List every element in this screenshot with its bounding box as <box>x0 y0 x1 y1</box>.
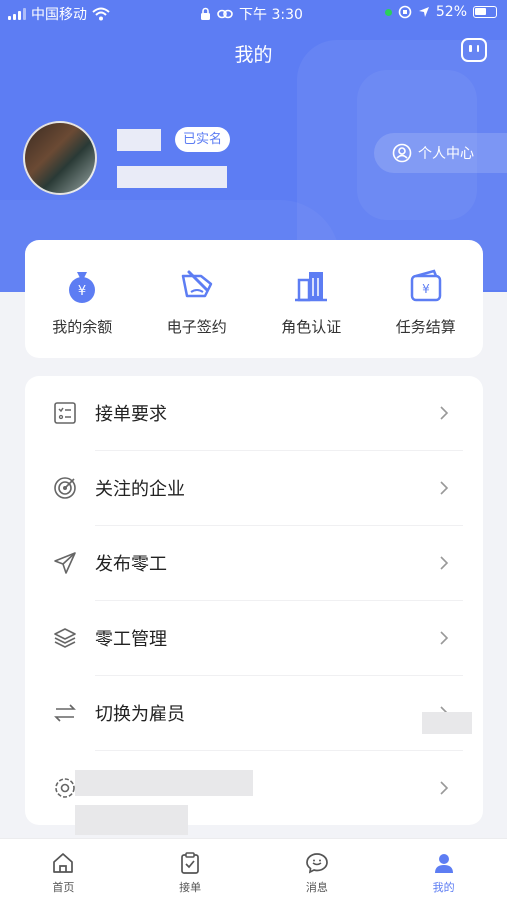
layers-icon <box>54 628 76 648</box>
battery-icon <box>473 6 497 18</box>
signal-icon <box>8 8 26 20</box>
link-icon <box>217 9 233 19</box>
sign-icon <box>181 270 212 298</box>
menu-item-publish-gig[interactable]: 发布零工 <box>25 526 483 600</box>
battery-percent: 52% <box>435 4 467 20</box>
tab-home[interactable]: 首页 <box>0 839 127 900</box>
redacted-area <box>75 770 253 796</box>
quick-actions-card: ¥ 我的余额 电子签约 角色认证 ¥ 任务结算 <box>25 240 483 358</box>
personal-center-button[interactable]: 个人中心 <box>374 133 507 173</box>
quick-action-settlement[interactable]: ¥ 任务结算 <box>369 240 484 358</box>
checklist-icon <box>54 402 76 424</box>
rotation-lock-icon <box>398 5 412 19</box>
wifi-icon <box>92 7 110 21</box>
tab-label: 我的 <box>432 881 455 894</box>
chevron-right-icon <box>440 556 449 570</box>
chevron-right-icon <box>440 781 449 795</box>
menu-item-gig-management[interactable]: 零工管理 <box>25 601 483 675</box>
money-bag-icon: ¥ <box>69 272 96 303</box>
tab-orders[interactable]: 接单 <box>127 839 254 900</box>
avatar[interactable] <box>23 121 97 195</box>
menu-item-label: 零工管理 <box>95 629 167 650</box>
user-circle-icon <box>392 143 412 163</box>
menu-item-followed-companies[interactable]: 关注的企业 <box>25 451 483 525</box>
tab-label: 消息 <box>305 881 328 894</box>
carrier-name: 中国移动 <box>31 7 87 23</box>
chevron-right-icon <box>440 481 449 495</box>
phone-redacted <box>117 166 227 188</box>
lock-icon <box>201 7 210 20</box>
tab-label: 首页 <box>52 881 75 894</box>
home-icon <box>53 853 74 873</box>
status-time: 下午 3:30 <box>239 7 303 23</box>
menu-item-label: 发布零工 <box>95 554 167 575</box>
quick-action-esign[interactable]: 电子签约 <box>140 240 255 358</box>
svg-text:¥: ¥ <box>78 284 86 299</box>
svg-text:¥: ¥ <box>422 282 430 296</box>
menu-item-order-requirements[interactable]: 接单要求 <box>25 376 483 450</box>
quick-action-label: 电子签约 <box>166 318 227 336</box>
switch-icon <box>54 704 76 722</box>
redacted-area <box>75 805 188 835</box>
bottom-tab-bar: 首页 接单 消息 我的 <box>0 838 507 900</box>
verified-badge: 已实名 <box>175 127 231 152</box>
redacted-area <box>422 712 472 734</box>
quick-action-role-verify[interactable]: 角色认证 <box>254 240 369 358</box>
customer-service-icon[interactable] <box>461 38 487 62</box>
personal-center-label: 个人中心 <box>418 146 474 162</box>
location-icon <box>418 7 429 17</box>
quick-action-label: 任务结算 <box>395 318 456 336</box>
message-icon <box>306 853 328 874</box>
menu-item-switch-employee[interactable]: 切换为雇员 <box>25 676 483 750</box>
target-icon <box>54 477 76 499</box>
tab-mine[interactable]: 我的 <box>380 839 507 900</box>
page-title: 我的 <box>234 44 273 66</box>
quick-action-balance[interactable]: ¥ 我的余额 <box>25 240 140 358</box>
tab-messages[interactable]: 消息 <box>254 839 381 900</box>
menu-item-label: 关注的企业 <box>95 479 185 500</box>
recording-dot-icon <box>384 8 392 16</box>
wallet-icon: ¥ <box>410 269 441 302</box>
quick-action-label: 我的余额 <box>52 318 113 336</box>
user-icon <box>434 854 453 873</box>
clipboard-check-icon <box>181 852 199 874</box>
quick-action-label: 角色认证 <box>281 318 342 336</box>
menu-item-label: 接单要求 <box>95 404 167 425</box>
menu-item-label: 切换为雇员 <box>95 704 185 725</box>
paper-plane-icon <box>54 552 76 574</box>
username-redacted <box>117 129 161 151</box>
chevron-right-icon <box>440 406 449 420</box>
status-bar: 中国移动 下午 3:30 52% <box>0 0 507 26</box>
menu-card: 接单要求 关注的企业 发布零工 零工管理 切换为雇员 <box>25 376 483 825</box>
chevron-right-icon <box>440 631 449 645</box>
tab-label: 接单 <box>179 881 202 894</box>
buildings-icon <box>295 272 328 302</box>
